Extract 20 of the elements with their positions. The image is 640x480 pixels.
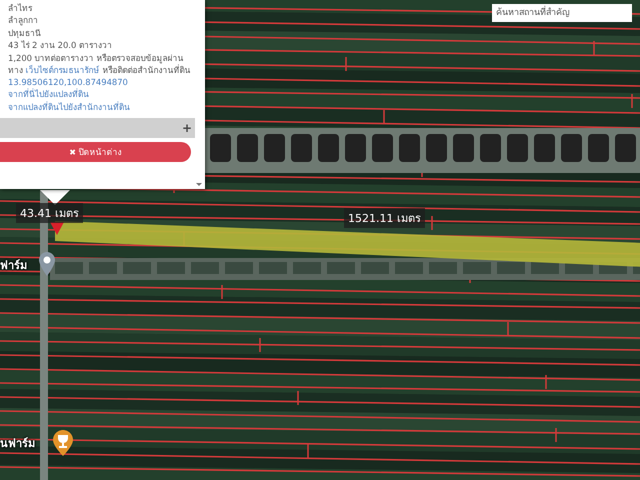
distance-label: 43.41 เมตร: [16, 203, 83, 223]
place-label: ฟาร์ม: [0, 258, 27, 274]
info-link[interactable]: จากที่นี่ไปยังแปลงที่ดิน: [8, 88, 197, 101]
expand-bar[interactable]: +: [0, 118, 195, 138]
price-note: 1,200 บาทต่อตารางวา หรือตรวจสอบข้อมูลผ่านทาง เว็บไซต์กรมธนารักษ์ หรือติดต่อสำนักงานที่ดิน: [8, 52, 192, 76]
info-text: ปทุมธานี: [8, 26, 42, 40]
info-text: ลำไทร: [8, 2, 34, 14]
distance-label: 1521.11 เมตร: [344, 208, 425, 228]
website-link[interactable]: เว็บไซต์กรมธนารักษ์: [26, 64, 100, 75]
scroll-down-icon: [196, 183, 202, 186]
info-link[interactable]: 13.98506120,100.87494870: [8, 76, 197, 88]
search-field[interactable]: ค้นหาสถานที่สำคัญ: [492, 4, 632, 22]
place-label: นฟาร์ม: [0, 436, 35, 452]
close-window-button[interactable]: ✖ ปิดหน้าต่าง: [0, 142, 191, 162]
info-text: ลำลูกกา: [8, 14, 39, 27]
info-text: 43 ไร่ 2 งาน 20.0 ตารางวา: [8, 39, 113, 52]
info-link[interactable]: จากแปลงที่ดินไปยังสำนักงานที่ดิน: [8, 100, 197, 114]
map-pin-icon[interactable]: [39, 252, 55, 276]
trophy-icon[interactable]: [53, 430, 73, 456]
close-icon: ✖: [69, 148, 76, 157]
